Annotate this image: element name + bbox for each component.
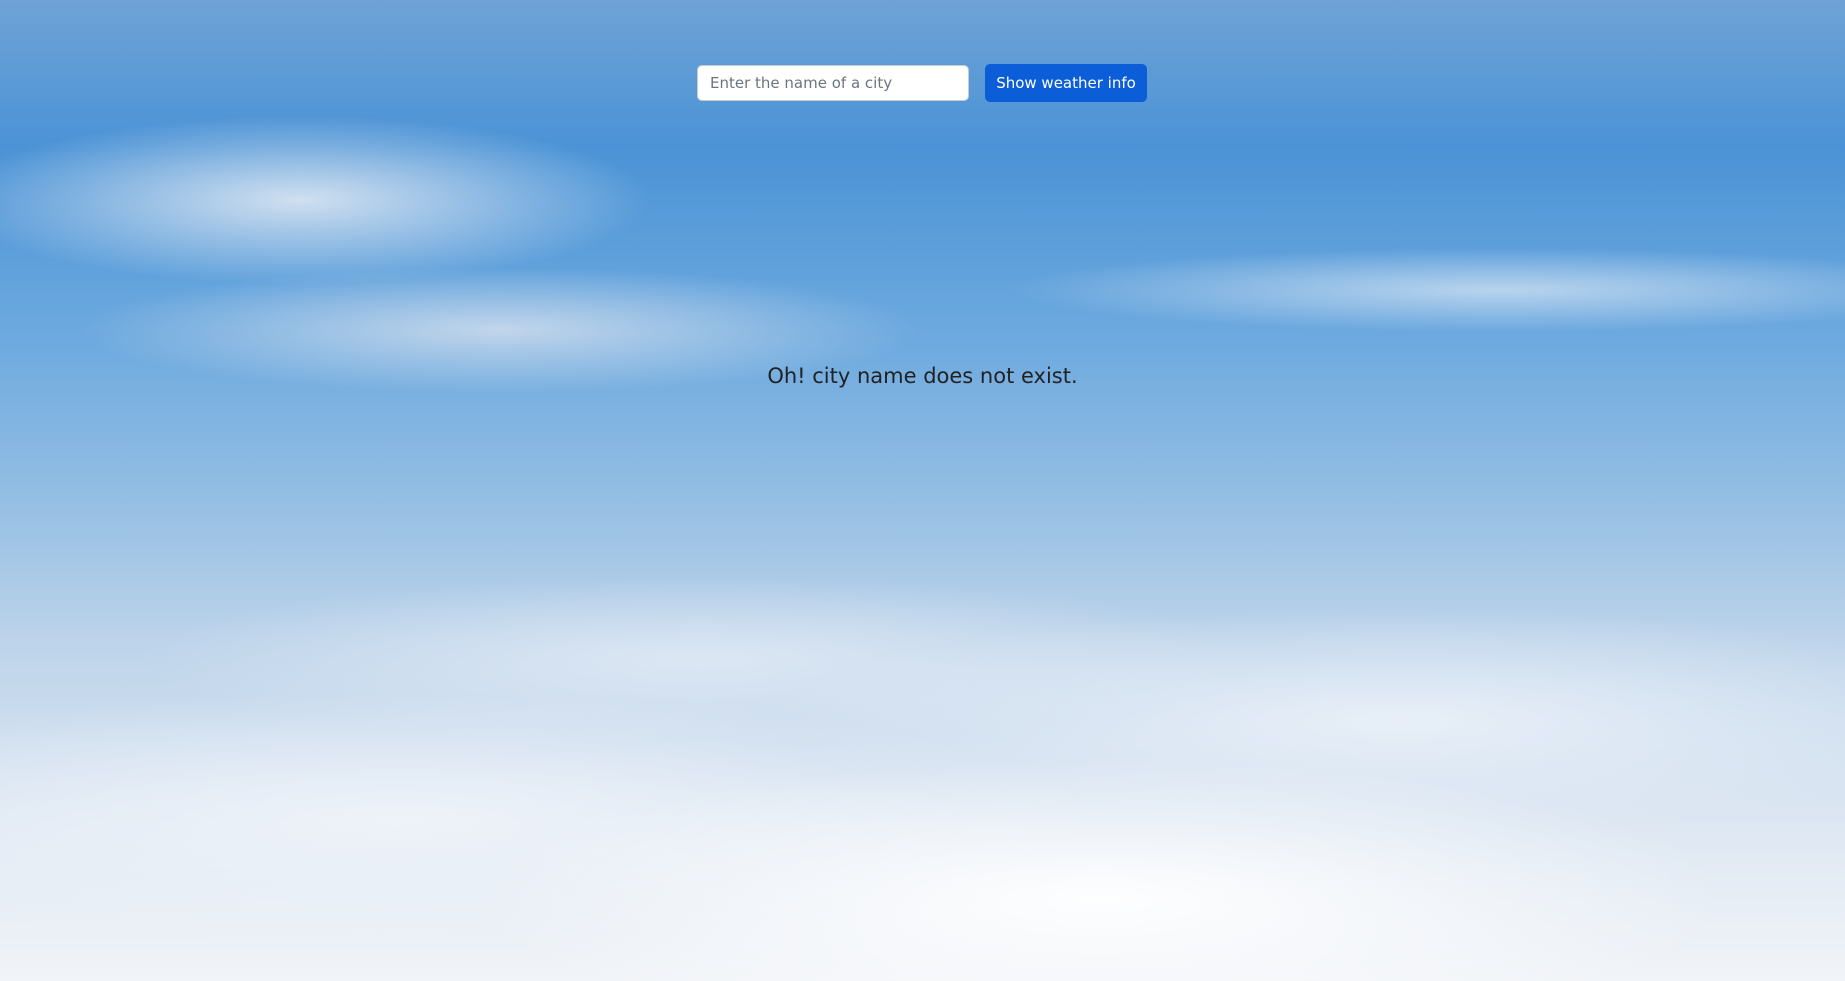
search-bar: Show weather info (697, 64, 1147, 102)
error-message: Oh! city name does not exist. (767, 364, 1078, 388)
city-input[interactable] (697, 65, 969, 101)
show-weather-button[interactable]: Show weather info (985, 64, 1147, 102)
